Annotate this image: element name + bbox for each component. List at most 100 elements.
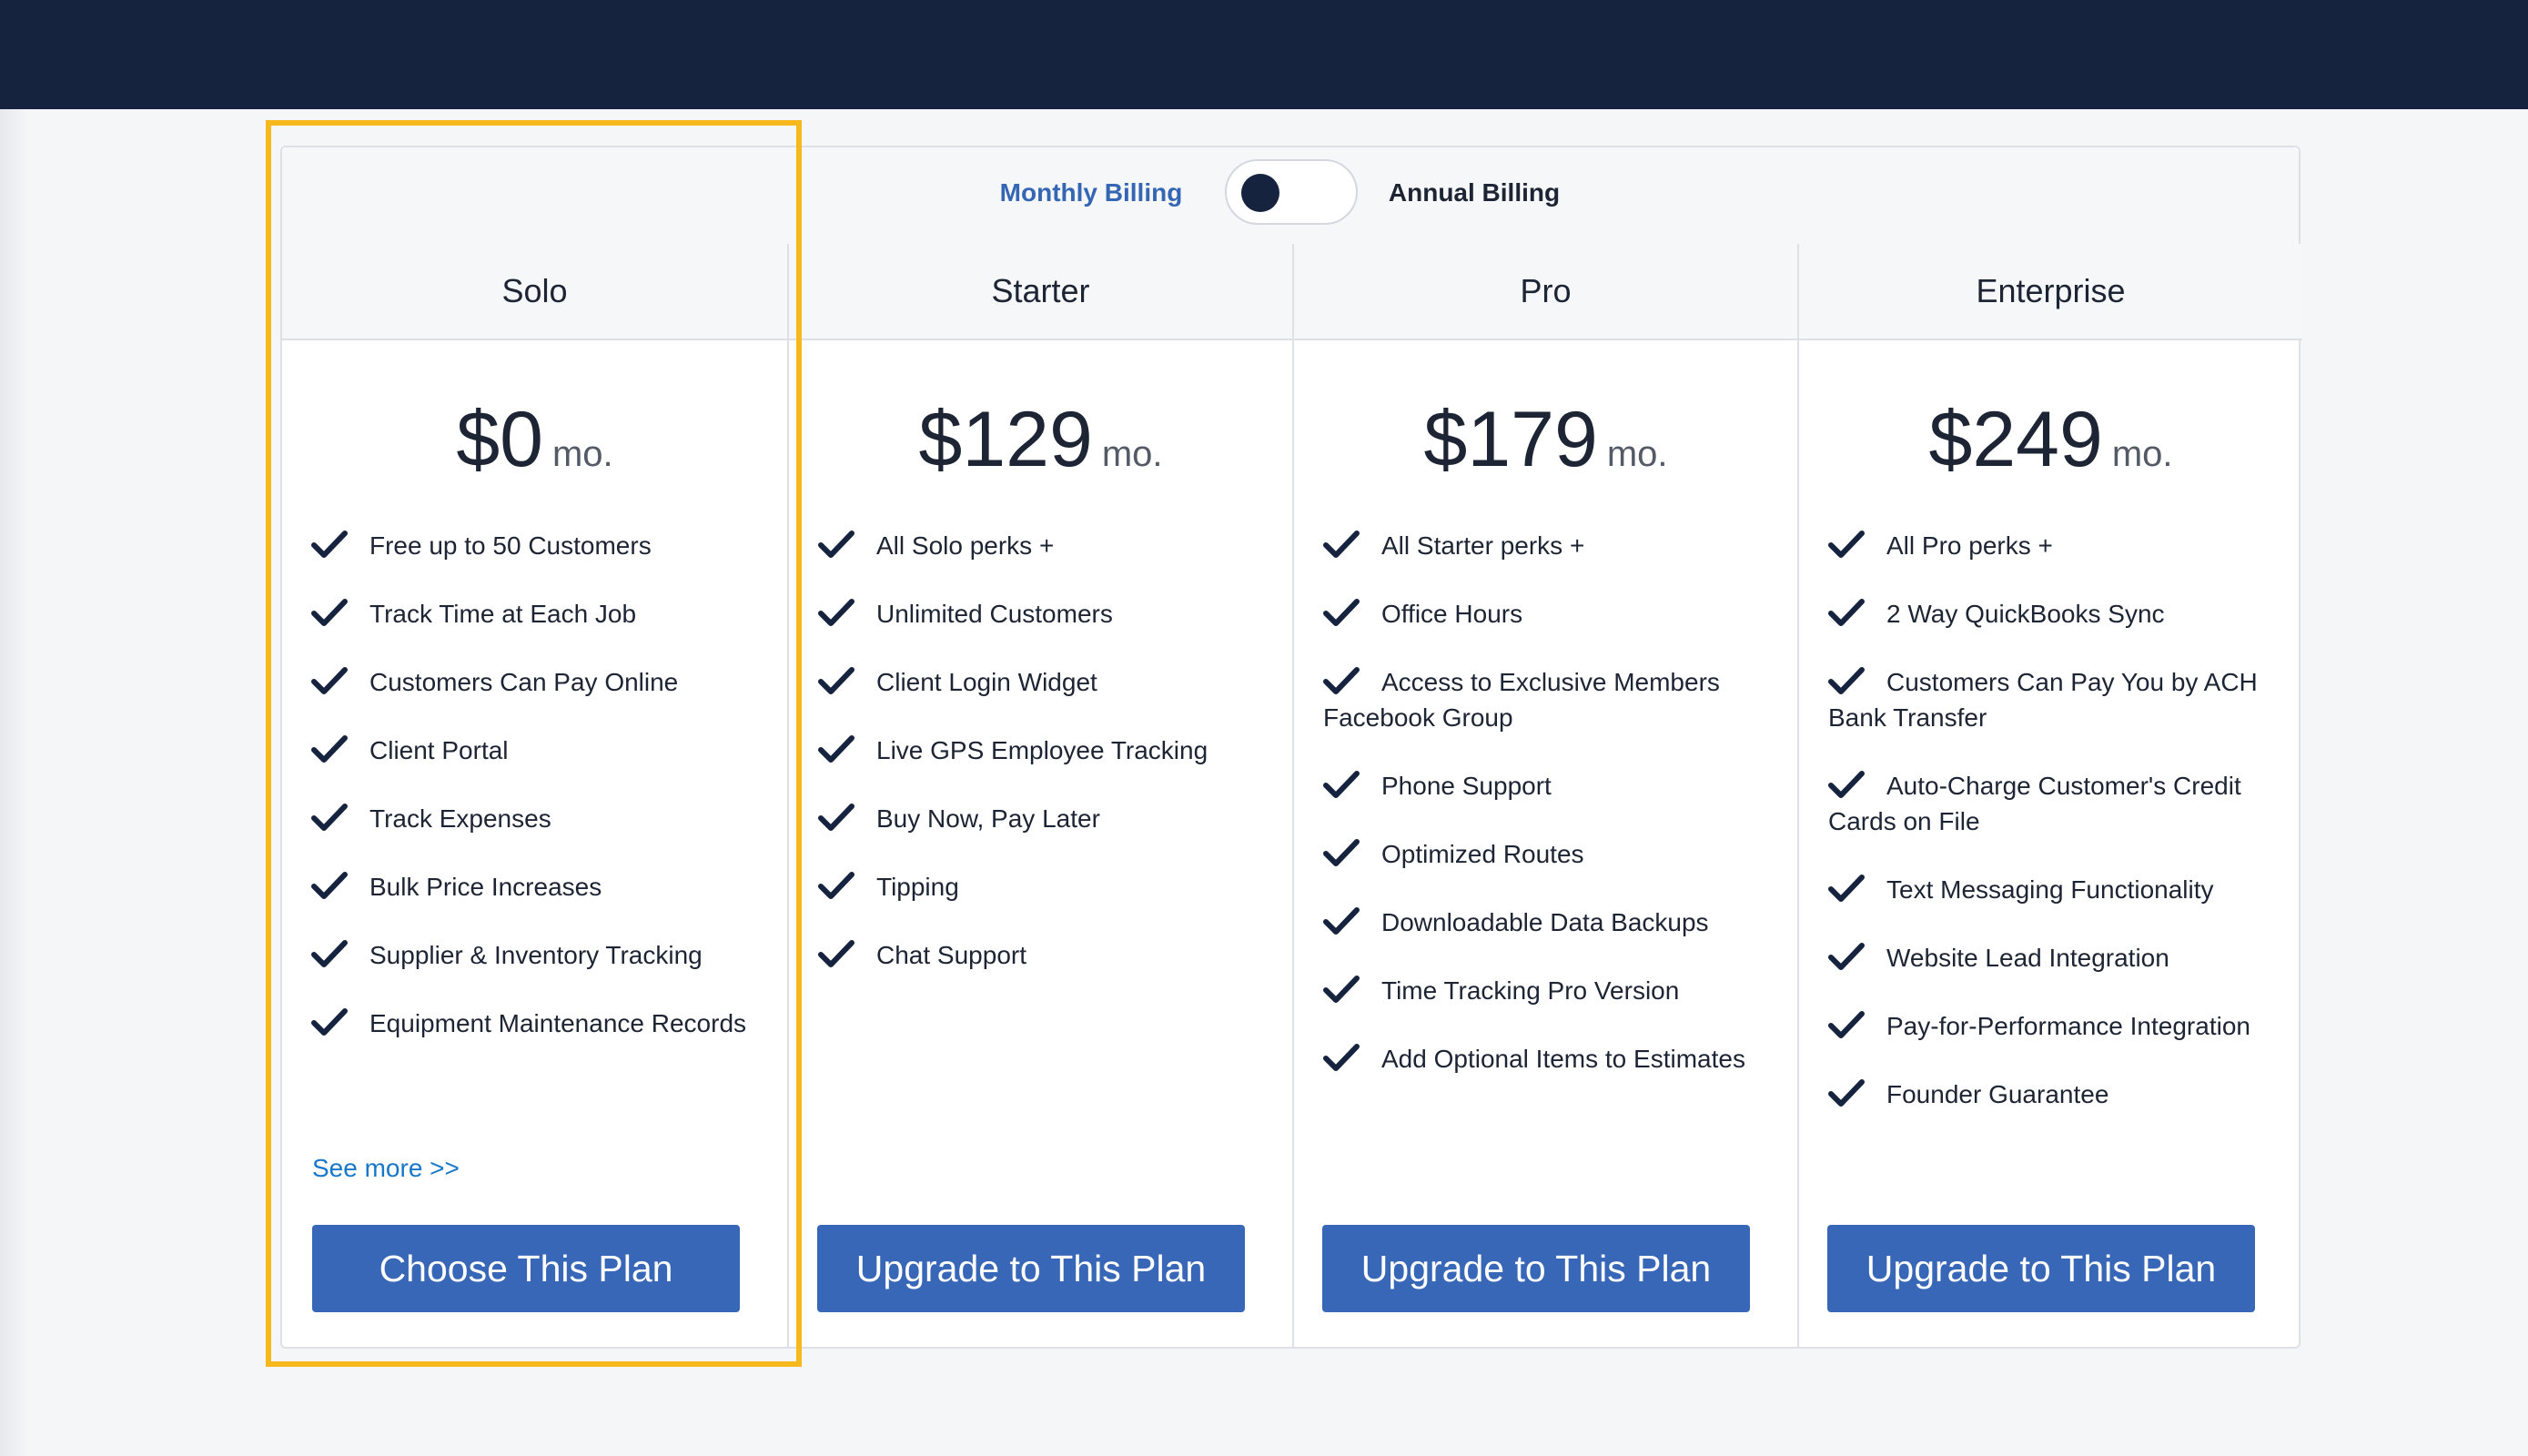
monthly-billing-label[interactable]: Monthly Billing bbox=[996, 178, 1187, 207]
feature-label: Office Hours bbox=[1381, 600, 1523, 628]
feature-item: 2 Way QuickBooks Sync bbox=[1828, 596, 2283, 632]
feature-label: Phone Support bbox=[1381, 772, 1552, 800]
checkmark-icon bbox=[311, 599, 348, 626]
feature-list: All Pro perks + 2 Way QuickBooks Sync Cu… bbox=[1828, 528, 2283, 1145]
feature-item: Live GPS Employee Tracking bbox=[818, 733, 1273, 768]
window-edge-shadow bbox=[0, 109, 27, 1456]
feature-item: Buy Now, Pay Later bbox=[818, 801, 1273, 836]
feature-label: Website Lead Integration bbox=[1886, 944, 2169, 972]
feature-label: Add Optional Items to Estimates bbox=[1381, 1045, 1745, 1073]
feature-label: 2 Way QuickBooks Sync bbox=[1886, 600, 2165, 628]
price-amount: $0 bbox=[456, 396, 543, 483]
checkmark-icon bbox=[311, 804, 348, 831]
feature-label: Optimized Routes bbox=[1381, 840, 1584, 868]
feature-item: All Pro perks + bbox=[1828, 528, 2283, 563]
feature-label: Time Tracking Pro Version bbox=[1381, 976, 1680, 1005]
checkmark-icon bbox=[1323, 976, 1360, 1003]
annual-billing-label[interactable]: Annual Billing bbox=[1383, 178, 1565, 207]
billing-toggle-bar: Monthly Billing Annual Billing bbox=[282, 147, 2299, 246]
plan-name: Starter bbox=[789, 244, 1292, 340]
feature-item: All Solo perks + bbox=[818, 528, 1273, 563]
checkmark-icon bbox=[1323, 1044, 1360, 1071]
checkmark-icon bbox=[311, 667, 348, 694]
checkmark-icon bbox=[818, 531, 854, 558]
feature-item: Pay-for-Performance Integration bbox=[1828, 1008, 2283, 1044]
feature-label: Unlimited Customers bbox=[876, 600, 1113, 628]
checkmark-icon bbox=[1828, 875, 1865, 902]
feature-label: Buy Now, Pay Later bbox=[876, 804, 1100, 833]
plan-card-starter: Starter $129 mo. All Solo perks + Unlimit… bbox=[787, 244, 1292, 1349]
checkmark-icon bbox=[1323, 667, 1360, 694]
upgrade-plan-button-starter[interactable]: Upgrade to This Plan bbox=[817, 1225, 1245, 1312]
feature-label: Supplier & Inventory Tracking bbox=[369, 941, 703, 969]
feature-item: Access to Exclusive Members Facebook Gro… bbox=[1323, 664, 1778, 735]
feature-item: Founder Guarantee bbox=[1828, 1077, 2283, 1112]
feature-item: Supplier & Inventory Tracking bbox=[311, 937, 766, 973]
feature-label: Track Time at Each Job bbox=[369, 600, 637, 628]
feature-item: Website Lead Integration bbox=[1828, 940, 2283, 976]
checkmark-icon bbox=[311, 1008, 348, 1036]
checkmark-icon bbox=[1323, 531, 1360, 558]
feature-label: Equipment Maintenance Records bbox=[369, 1009, 747, 1037]
checkmark-icon bbox=[1828, 599, 1865, 626]
plan-name: Pro bbox=[1294, 244, 1797, 340]
checkmark-icon bbox=[1323, 907, 1360, 935]
checkmark-icon bbox=[818, 872, 854, 899]
plan-name: Solo bbox=[282, 244, 787, 340]
feature-item: Equipment Maintenance Records bbox=[311, 1006, 766, 1041]
plan-price: $0 mo. bbox=[282, 395, 787, 485]
upgrade-plan-button-enterprise[interactable]: Upgrade to This Plan bbox=[1827, 1225, 2255, 1312]
feature-item: All Starter perks + bbox=[1323, 528, 1778, 563]
checkmark-icon bbox=[1323, 599, 1360, 626]
checkmark-icon bbox=[1828, 771, 1865, 798]
feature-label: All Starter perks + bbox=[1381, 531, 1585, 560]
feature-label: Tipping bbox=[876, 873, 959, 901]
pricing-table: Monthly Billing Annual Billing Solo $0 mo… bbox=[280, 146, 2302, 1349]
checkmark-icon bbox=[818, 735, 854, 763]
feature-item: Tipping bbox=[818, 869, 1273, 905]
checkmark-icon bbox=[311, 735, 348, 763]
checkmark-icon bbox=[311, 872, 348, 899]
price-unit: mo. bbox=[1606, 434, 1668, 474]
price-unit: mo. bbox=[551, 434, 613, 474]
feature-list: All Starter perks + Office Hours Access … bbox=[1323, 528, 1778, 1109]
feature-item: Track Expenses bbox=[311, 801, 766, 836]
feature-item: Client Login Widget bbox=[818, 664, 1273, 700]
feature-item: Time Tracking Pro Version bbox=[1323, 973, 1778, 1008]
plan-price: $179 mo. bbox=[1294, 395, 1797, 485]
checkmark-icon bbox=[1828, 531, 1865, 558]
price-unit: mo. bbox=[2111, 434, 2173, 474]
feature-label: Founder Guarantee bbox=[1886, 1080, 2109, 1108]
feature-list: All Solo perks + Unlimited Customers Cli… bbox=[818, 528, 1273, 1006]
top-navbar bbox=[0, 0, 2528, 109]
feature-label: Chat Support bbox=[876, 941, 1026, 969]
checkmark-icon bbox=[311, 940, 348, 967]
feature-label: Live GPS Employee Tracking bbox=[876, 736, 1208, 764]
choose-plan-button-solo[interactable]: Choose This Plan bbox=[312, 1225, 740, 1312]
checkmark-icon bbox=[818, 804, 854, 831]
see-more-link[interactable]: See more >> bbox=[312, 1154, 460, 1183]
price-amount: $249 bbox=[1928, 396, 2103, 483]
checkmark-icon bbox=[311, 531, 348, 558]
feature-item: Office Hours bbox=[1323, 596, 1778, 632]
plan-price: $249 mo. bbox=[1799, 395, 2302, 485]
feature-label: Pay-for-Performance Integration bbox=[1886, 1012, 2250, 1040]
upgrade-plan-button-pro[interactable]: Upgrade to This Plan bbox=[1322, 1225, 1750, 1312]
feature-label: Track Expenses bbox=[369, 804, 551, 833]
feature-item: Optimized Routes bbox=[1323, 836, 1778, 872]
feature-label: Downloadable Data Backups bbox=[1381, 908, 1709, 936]
feature-item: Bulk Price Increases bbox=[311, 869, 766, 905]
plan-price: $129 mo. bbox=[789, 395, 1292, 485]
checkmark-icon bbox=[818, 940, 854, 967]
feature-item: Free up to 50 Customers bbox=[311, 528, 766, 563]
price-amount: $179 bbox=[1423, 396, 1598, 483]
plan-card-enterprise: Enterprise $249 mo. All Pro perks + 2 Way… bbox=[1797, 244, 2302, 1349]
feature-label: Bulk Price Increases bbox=[369, 873, 602, 901]
feature-item: Customers Can Pay Online bbox=[311, 664, 766, 700]
feature-label: All Solo perks + bbox=[876, 531, 1055, 560]
feature-label: Customers Can Pay Online bbox=[369, 668, 679, 696]
billing-toggle[interactable] bbox=[1225, 159, 1358, 225]
feature-item: Customers Can Pay You by ACH Bank Transf… bbox=[1828, 664, 2283, 735]
checkmark-icon bbox=[1323, 771, 1360, 798]
price-amount: $129 bbox=[918, 396, 1093, 483]
